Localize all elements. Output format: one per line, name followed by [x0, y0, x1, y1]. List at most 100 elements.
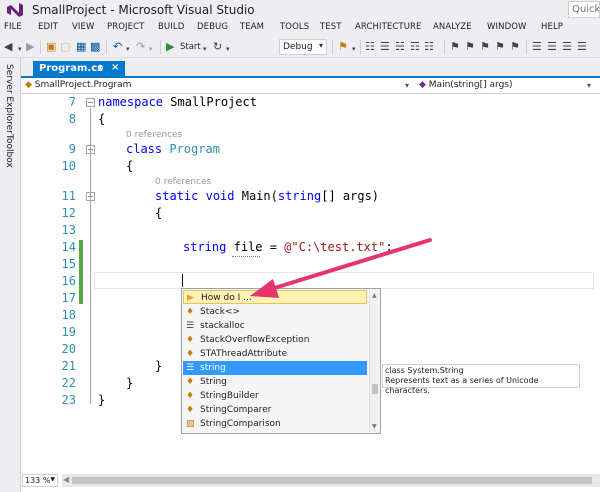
menu-team[interactable]: TEAM: [240, 22, 264, 32]
bookmark-icon[interactable]: ⚑: [450, 40, 460, 54]
completion-item-selected[interactable]: ☰ string: [183, 361, 367, 375]
line-number: 7: [68, 95, 76, 109]
find-dropdown-icon[interactable]: ▾: [352, 42, 356, 56]
clear-bookmarks-icon[interactable]: ⚑: [510, 40, 520, 54]
tab-program-cs[interactable]: Program.cs ⊙ ×: [33, 61, 125, 78]
menu-help[interactable]: HELP: [541, 22, 563, 32]
indent-icon[interactable]: ☰: [532, 40, 542, 54]
line-number: 14: [61, 240, 76, 254]
uncomment-icon[interactable]: ☰: [562, 40, 572, 54]
toolbar-separator: [526, 40, 527, 54]
prev-bookmark-icon[interactable]: ⚑: [465, 40, 475, 54]
completion-item[interactable]: ♦ StringBuilder: [183, 389, 367, 403]
code-line-11: static void Main(string[] args): [155, 189, 380, 203]
new-project-icon[interactable]: ▣: [46, 40, 56, 54]
line-number: 17: [61, 291, 76, 305]
comment-icon[interactable]: ☷: [424, 40, 434, 54]
completion-item[interactable]: ♦ StringComparer: [183, 403, 367, 417]
intellisense-completion-list[interactable]: ▶ How do I ... ♦ Stack<> ☰ stackalloc ♦ …: [181, 288, 381, 434]
undo-icon[interactable]: ↶: [113, 40, 122, 54]
scrollbar-thumb[interactable]: [372, 384, 378, 394]
code-lens-references[interactable]: 0 references: [126, 130, 182, 140]
object-browser-icon[interactable]: ☵: [395, 40, 405, 54]
outdent-icon[interactable]: ☰: [547, 40, 557, 54]
standard-toolbar: ◀ ▾ ▶ ▣ ▢ ▦ ▩ ↶ ▾ ↷ ▾ ▶ Start ▾ ↻ ▾ Debu…: [0, 36, 600, 58]
menu-view[interactable]: VIEW: [72, 22, 95, 32]
navigate-back-icon[interactable]: ◀: [4, 40, 12, 54]
open-file-icon[interactable]: ▢: [60, 40, 70, 54]
class-icon: ◆: [25, 80, 32, 90]
completion-item[interactable]: ▧ StringComparison: [183, 417, 367, 431]
tooltip-description: Represents text as a series of Unicode c…: [385, 376, 539, 395]
redo-icon[interactable]: ↷: [136, 40, 145, 54]
scroll-up-icon[interactable]: ▲: [372, 292, 377, 299]
close-icon[interactable]: ×: [111, 62, 119, 73]
class-icon: ♦: [186, 377, 195, 387]
code-line-10: {: [126, 159, 134, 173]
menu-window[interactable]: WINDOW: [487, 22, 527, 32]
member-scope-dropdown[interactable]: ◆ Main(string[] args): [419, 80, 512, 90]
code-lens-references[interactable]: 0 references: [155, 177, 211, 187]
side-rail: Server Explorer Toolbox: [0, 58, 21, 492]
completion-item[interactable]: ♦ String: [183, 375, 367, 389]
find-in-files-icon[interactable]: ⚑: [338, 40, 348, 54]
completion-item[interactable]: ♦ Stack<>: [183, 305, 367, 319]
pin-icon[interactable]: ⊙: [97, 63, 104, 72]
chevron-down-icon[interactable]: ▾: [405, 81, 409, 90]
start-button[interactable]: Start: [180, 42, 201, 52]
chevron-down-icon[interactable]: ▾: [587, 81, 591, 90]
redo-dropdown-icon[interactable]: ▾: [149, 42, 153, 56]
horizontal-scrollbar[interactable]: ◀: [62, 474, 600, 487]
undo-dropdown-icon[interactable]: ▾: [126, 42, 130, 56]
zoom-value: 133 %: [25, 476, 51, 485]
menu-analyze[interactable]: ANALYZE: [433, 22, 472, 32]
completion-scrollbar[interactable]: ▲ ▼: [369, 290, 379, 432]
line-number: 20: [61, 342, 76, 356]
menu-project[interactable]: PROJECT: [107, 22, 144, 32]
completion-item[interactable]: ☰ stackalloc: [183, 319, 367, 333]
class-icon: ♦: [186, 335, 195, 345]
menu-edit[interactable]: EDIT: [38, 22, 58, 32]
comment-out-icon[interactable]: ☰: [577, 40, 587, 54]
next-bookmark-icon[interactable]: ⚑: [480, 40, 490, 54]
navigation-bar: ◆ SmallProject.Program ▾ ◆ Main(string[]…: [21, 79, 600, 94]
completion-item[interactable]: ♦ STAThreadAttribute: [183, 347, 367, 361]
start-dropdown-icon[interactable]: ▾: [203, 42, 207, 56]
server-explorer-tab[interactable]: Server Explorer: [4, 64, 14, 134]
type-scope-dropdown[interactable]: ◆ SmallProject.Program: [25, 80, 131, 90]
line-number: 11: [61, 189, 76, 203]
refresh-icon[interactable]: ↻: [213, 40, 222, 54]
completion-item[interactable]: ♦ StackOverflowException: [183, 333, 367, 347]
refresh-dropdown-icon[interactable]: ▾: [226, 42, 230, 56]
visual-studio-window: SmallProject - Microsoft Visual Studio Q…: [0, 0, 600, 492]
toolbox-icon[interactable]: ☶: [410, 40, 420, 54]
solution-configuration-select[interactable]: Debug ▾: [279, 39, 327, 55]
quick-launch-input[interactable]: Quick: [568, 1, 600, 18]
save-icon[interactable]: ▦: [76, 40, 86, 54]
start-debug-icon[interactable]: ▶: [166, 40, 174, 54]
back-dropdown-icon[interactable]: ▾: [18, 42, 22, 56]
properties-icon[interactable]: ☰: [380, 40, 390, 54]
menu-debug[interactable]: DEBUG: [197, 22, 228, 32]
scroll-down-icon[interactable]: ▼: [372, 423, 377, 430]
zoom-level-select[interactable]: 133 % ▼: [22, 474, 58, 487]
navigate-forward-icon[interactable]: ▶: [26, 40, 34, 54]
toolbox-tab[interactable]: Toolbox: [4, 134, 14, 168]
solution-explorer-icon[interactable]: ☷: [365, 40, 375, 54]
completion-item-how-do-i[interactable]: ▶ How do I ...: [183, 290, 367, 304]
collapse-icon[interactable]: −: [86, 98, 95, 107]
next-bookmark-folder-icon[interactable]: ⚑: [495, 40, 505, 54]
menu-file[interactable]: FILE: [4, 22, 22, 32]
menu-tools[interactable]: TOOLS: [280, 22, 309, 32]
save-all-icon[interactable]: ▩: [90, 40, 100, 54]
scrollbar-thumb[interactable]: [72, 477, 592, 484]
window-title: SmallProject - Microsoft Visual Studio: [32, 3, 255, 17]
class-icon: ♦: [186, 391, 195, 401]
menu-architecture[interactable]: ARCHITECTURE: [355, 22, 422, 32]
text-caret: [182, 274, 183, 287]
scroll-left-icon[interactable]: ◀: [63, 475, 69, 484]
menu-test[interactable]: TEST: [320, 22, 342, 32]
code-line-7: namespace SmallProject: [98, 95, 257, 109]
menu-build[interactable]: BUILD: [158, 22, 184, 32]
tooltip-signature: class System.String: [385, 366, 464, 375]
